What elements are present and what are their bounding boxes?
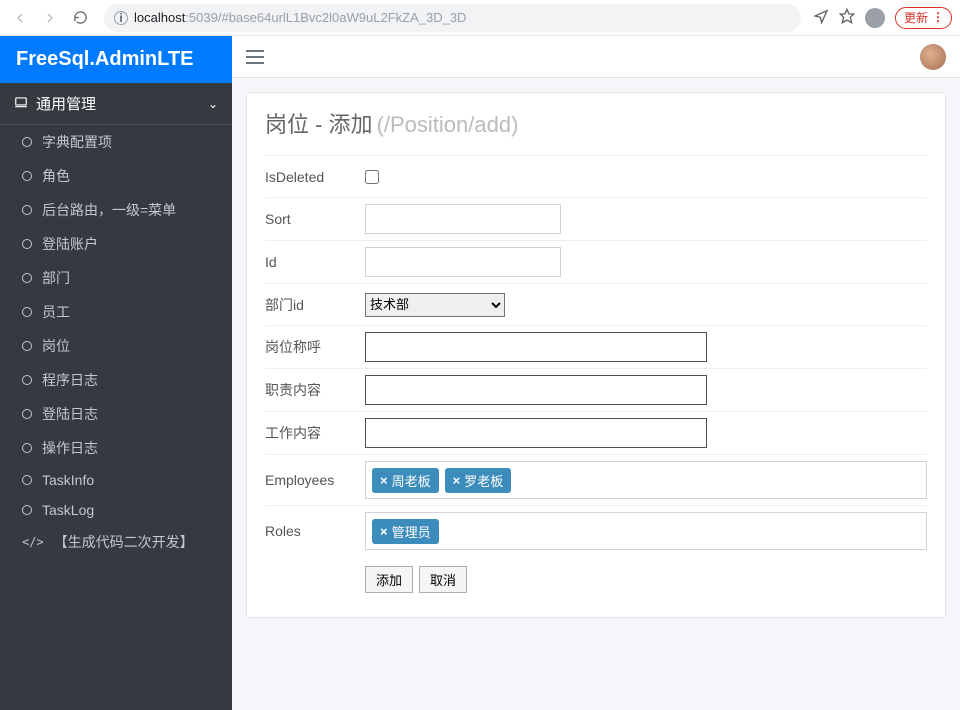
sidebar-item[interactable]: 角色 [0, 159, 232, 193]
circle-icon [22, 475, 32, 485]
send-icon[interactable] [813, 8, 829, 27]
sidebar-item[interactable]: TaskLog [0, 495, 232, 525]
site-info-icon[interactable]: i [114, 11, 128, 25]
sidebar-item-codegen[interactable]: </>【生成代码二次开发】 [0, 525, 232, 559]
sidebar-item[interactable]: 部门 [0, 261, 232, 295]
circle-icon [22, 239, 32, 249]
sidebar-item[interactable]: 后台路由，一级=菜单 [0, 193, 232, 227]
sidebar-item[interactable]: 登陆日志 [0, 397, 232, 431]
sidebar-items: 字典配置项 角色 后台路由，一级=菜单 登陆账户 部门 员工 岗位 程序日志 登… [0, 125, 232, 559]
sidebar-item[interactable]: 员工 [0, 295, 232, 329]
circle-icon [22, 409, 32, 419]
label-roles: Roles [265, 523, 365, 539]
id-input[interactable] [365, 247, 561, 277]
form-card: 岗位 - 添加 (/Position/add) IsDeleted Sort I… [246, 92, 946, 618]
circle-icon [22, 341, 32, 351]
sidebar-item[interactable]: 操作日志 [0, 431, 232, 465]
topbar [232, 36, 960, 78]
label-deptid: 部门id [265, 295, 365, 315]
sidebar-item[interactable]: TaskInfo [0, 465, 232, 495]
url-bar[interactable]: i localhost:5039/#base64urlL1Bvc2l0aW9uL… [104, 4, 801, 32]
label-work: 工作内容 [265, 423, 365, 443]
dept-select[interactable]: 技术部 [365, 293, 505, 317]
label-employees: Employees [265, 472, 365, 488]
circle-icon [22, 171, 32, 181]
laptop-icon [14, 95, 28, 113]
sidebar-section-toggle[interactable]: 通用管理 ⌄ [0, 83, 232, 125]
employee-tag[interactable]: ×罗老板 [445, 468, 512, 493]
sidebar-section-label: 通用管理 [36, 93, 96, 114]
menu-toggle-icon[interactable] [246, 50, 264, 64]
circle-icon [22, 443, 32, 453]
browser-forward-button[interactable] [38, 6, 62, 30]
tag-remove-icon[interactable]: × [380, 473, 388, 488]
profile-icon[interactable] [865, 8, 885, 28]
sidebar-item[interactable]: 字典配置项 [0, 125, 232, 159]
circle-icon [22, 205, 32, 215]
cancel-button[interactable]: 取消 [419, 566, 467, 593]
circle-icon [22, 505, 32, 515]
employees-tag-input[interactable]: ×周老板 ×罗老板 [365, 461, 927, 499]
sidebar-item[interactable]: 岗位 [0, 329, 232, 363]
duty-input[interactable] [365, 375, 707, 405]
browser-update-button[interactable]: 更新⋮ [895, 7, 952, 29]
isdeleted-checkbox[interactable] [365, 170, 379, 184]
brand-logo[interactable]: FreeSql.AdminLTE [0, 36, 232, 83]
tag-remove-icon[interactable]: × [380, 524, 388, 539]
submit-button[interactable]: 添加 [365, 566, 413, 593]
chevron-down-icon: ⌄ [208, 97, 218, 111]
browser-chrome: i localhost:5039/#base64urlL1Bvc2l0aW9uL… [0, 0, 960, 36]
avatar[interactable] [920, 44, 946, 70]
sort-input[interactable] [365, 204, 561, 234]
circle-icon [22, 375, 32, 385]
sidebar-item[interactable]: 登陆账户 [0, 227, 232, 261]
label-sort: Sort [265, 211, 365, 227]
url-text: localhost:5039/#base64urlL1Bvc2l0aW9uL2F… [134, 10, 466, 25]
browser-back-button[interactable] [8, 6, 32, 30]
sidebar: FreeSql.AdminLTE 通用管理 ⌄ 字典配置项 角色 后台路由，一级… [0, 36, 232, 710]
roles-tag-input[interactable]: ×管理员 [365, 512, 927, 550]
page-title: 岗位 - 添加 (/Position/add) [265, 107, 927, 139]
browser-reload-button[interactable] [68, 6, 92, 30]
positionname-input[interactable] [365, 332, 707, 362]
circle-icon [22, 307, 32, 317]
code-icon: </> [22, 535, 44, 549]
label-id: Id [265, 254, 365, 270]
employee-tag[interactable]: ×周老板 [372, 468, 439, 493]
work-input[interactable] [365, 418, 707, 448]
role-tag[interactable]: ×管理员 [372, 519, 439, 544]
sidebar-item[interactable]: 程序日志 [0, 363, 232, 397]
tag-remove-icon[interactable]: × [453, 473, 461, 488]
label-positionname: 岗位称呼 [265, 337, 365, 357]
label-isdeleted: IsDeleted [265, 169, 365, 185]
star-icon[interactable] [839, 8, 855, 27]
circle-icon [22, 137, 32, 147]
circle-icon [22, 273, 32, 283]
label-duty: 职责内容 [265, 380, 365, 400]
